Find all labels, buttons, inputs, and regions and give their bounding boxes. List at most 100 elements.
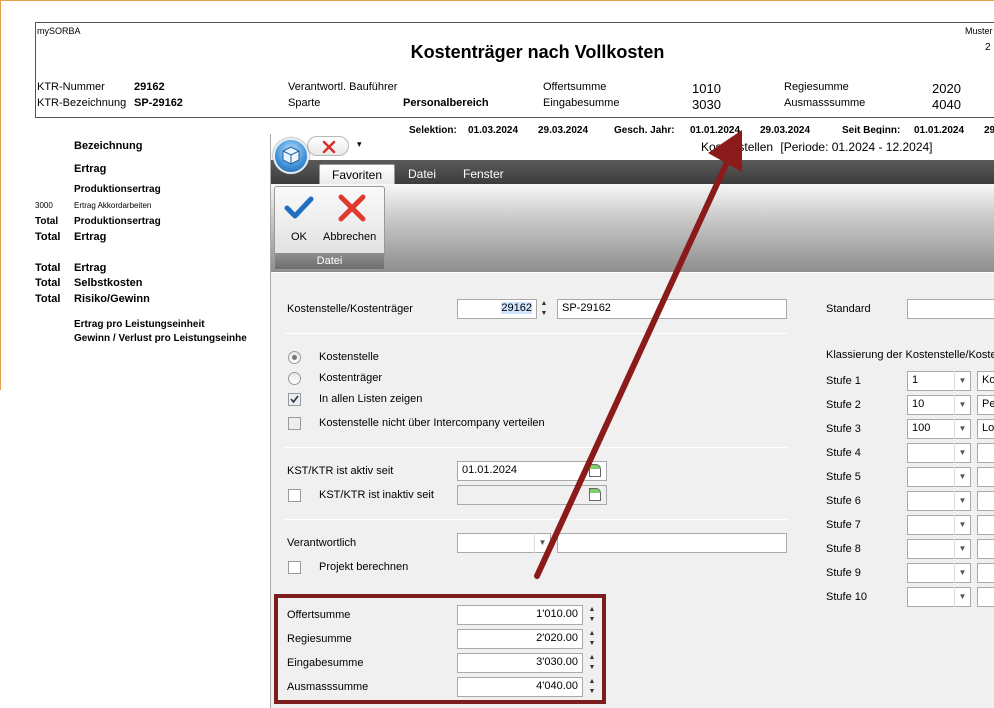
report-row-prefix: 3000 — [35, 201, 53, 210]
inactive-since-label: KST/KTR ist inaktiv seit — [319, 489, 434, 501]
dialog-title: Kostenstellen [Periode: 01.2024 - 12.202… — [701, 140, 933, 154]
field-label: Sparte — [288, 97, 321, 109]
report-row-prefix: Total — [35, 216, 59, 227]
ribbon-group-datei: OK Abbrechen Datei — [274, 186, 385, 270]
chevron-down-icon[interactable]: ▼ — [954, 371, 970, 391]
report-row-prefix: Total — [35, 293, 61, 305]
close-x-icon — [322, 140, 336, 154]
qat-customize-icon[interactable]: ▾ — [357, 139, 362, 150]
qat-close-button[interactable] — [307, 136, 349, 156]
field-label: KTR-Bezeichnung — [37, 97, 127, 109]
ribbon-tab-bar: Favoriten Datei Fenster — [271, 160, 994, 184]
chevron-down-icon[interactable]: ▼ — [954, 491, 970, 511]
stufe-label: Stufe 4 — [826, 447, 861, 459]
checkbox-all-lists-label: In allen Listen zeigen — [319, 393, 423, 405]
kst-number-stepper[interactable]: ▲ ▼ — [537, 299, 551, 319]
checkbox-project-calc[interactable] — [288, 561, 301, 574]
field-label: Ausmasssumme — [784, 97, 866, 109]
field-label: Verantwortl. Bauführer — [288, 81, 398, 93]
report-row-prefix: Total — [35, 231, 61, 243]
calendar-icon[interactable] — [589, 464, 601, 477]
stufe-2-text[interactable]: Per — [977, 395, 994, 415]
report-row-label: Produktionsertrag — [74, 216, 161, 227]
field-value: 1010 — [692, 81, 721, 96]
chevron-down-icon[interactable]: ▼ — [954, 539, 970, 559]
standard-label: Standard — [826, 303, 871, 315]
report-row-label: Risiko/Gewinn — [74, 293, 150, 305]
period-label: [Periode: 01.2024 - 12.2024] — [780, 140, 933, 154]
responsible-name-input[interactable] — [557, 533, 787, 553]
checkbox-inactive[interactable] — [288, 489, 301, 502]
stufe-10-text[interactable] — [977, 587, 994, 607]
report-row-label: Selbstkosten — [74, 277, 143, 289]
chevron-down-icon[interactable]: ▼ — [954, 395, 970, 415]
stufe-7-text[interactable] — [977, 515, 994, 535]
checkbox-intercompany-label: Kostenstelle nicht über Intercompany ver… — [319, 417, 545, 429]
field-value: 4040 — [932, 97, 961, 112]
active-since-input[interactable]: 01.01.2024 — [457, 461, 607, 481]
stufe-6-text[interactable] — [977, 491, 994, 511]
calendar-icon[interactable] — [589, 488, 601, 501]
active-since-label: KST/KTR ist aktiv seit — [287, 465, 394, 477]
stufe-3-text[interactable]: Loh — [977, 419, 994, 439]
stufe-1-text[interactable]: Kos — [977, 371, 994, 391]
radio-kostentraeger-label: Kostenträger — [319, 372, 382, 384]
tab-datei[interactable]: Datei — [396, 164, 448, 184]
checkbox-all-lists[interactable] — [288, 393, 301, 406]
chevron-down-icon[interactable]: ▼ — [954, 467, 970, 487]
cancel-x-icon — [338, 194, 366, 222]
radio-kostentraeger[interactable] — [288, 372, 301, 385]
stufe-9-text[interactable] — [977, 563, 994, 583]
kst-number-input[interactable]: 29162 — [457, 299, 537, 319]
stufe-label: Stufe 1 — [826, 375, 861, 387]
chevron-down-icon[interactable]: ▼ — [534, 533, 550, 553]
chevron-down-icon[interactable]: ▼ — [954, 515, 970, 535]
checkbox-intercompany[interactable] — [288, 417, 301, 430]
field-label: Regiesumme — [784, 81, 849, 93]
report-row-label: Ertrag Akkordarbeiten — [74, 201, 152, 210]
tab-fenster[interactable]: Fenster — [451, 164, 516, 184]
inactive-since-input[interactable] — [457, 485, 607, 505]
stufe-4-text[interactable] — [977, 443, 994, 463]
divider — [285, 519, 787, 520]
stufe-label: Stufe 3 — [826, 423, 861, 435]
report-row-prefix: Total — [35, 277, 61, 289]
field-label: KTR-Nummer — [37, 81, 105, 93]
kst-name-input[interactable]: SP-29162 — [557, 299, 787, 319]
standard-input[interactable] — [907, 299, 994, 319]
dialog-titlebar: ▾ Kostenstellen [Periode: 01.2024 - 12.2… — [271, 134, 994, 160]
window-title: Kostenstellen — [701, 140, 774, 154]
cancel-button[interactable]: Abbrechen — [321, 189, 383, 245]
field-value: SP-29162 — [134, 97, 183, 109]
project-calc-label: Projekt berechnen — [319, 561, 409, 573]
company-name: mySORBA — [37, 26, 81, 36]
report-title: Kostenträger nach Vollkosten — [410, 42, 665, 62]
chevron-down-icon[interactable]: ▼ — [954, 587, 970, 607]
divider — [285, 333, 787, 334]
application-menu-icon[interactable] — [273, 138, 309, 174]
stufe-label: Stufe 7 — [826, 519, 861, 531]
ok-button[interactable]: OK — [277, 189, 321, 245]
chevron-down-icon[interactable]: ▼ — [954, 419, 970, 439]
divider — [285, 447, 787, 448]
field-value: 3030 — [692, 97, 721, 112]
ribbon-body: OK Abbrechen Datei — [271, 184, 994, 272]
stufe-label: Stufe 6 — [826, 495, 861, 507]
stufe-label: Stufe 10 — [826, 591, 867, 603]
chevron-down-icon[interactable]: ▼ — [954, 563, 970, 583]
report-top-right: Muster — [965, 26, 993, 36]
kst-number-value: 29162 — [501, 302, 532, 314]
stufe-5-text[interactable] — [977, 467, 994, 487]
field-value: 2020 — [932, 81, 961, 96]
column-header: Bezeichnung — [74, 140, 143, 152]
report-row-label: Ertrag — [74, 163, 107, 175]
stufe-8-text[interactable] — [977, 539, 994, 559]
highlight-box — [274, 594, 606, 704]
radio-kostenstelle[interactable] — [288, 351, 301, 364]
field-value: 29162 — [134, 81, 165, 93]
report-row-label: Produktionsertrag — [74, 184, 161, 195]
radio-kostenstelle-label: Kostenstelle — [319, 351, 379, 363]
chevron-down-icon[interactable]: ▼ — [954, 443, 970, 463]
field-value: Personalbereich — [403, 97, 489, 109]
tab-favoriten[interactable]: Favoriten — [319, 164, 396, 184]
